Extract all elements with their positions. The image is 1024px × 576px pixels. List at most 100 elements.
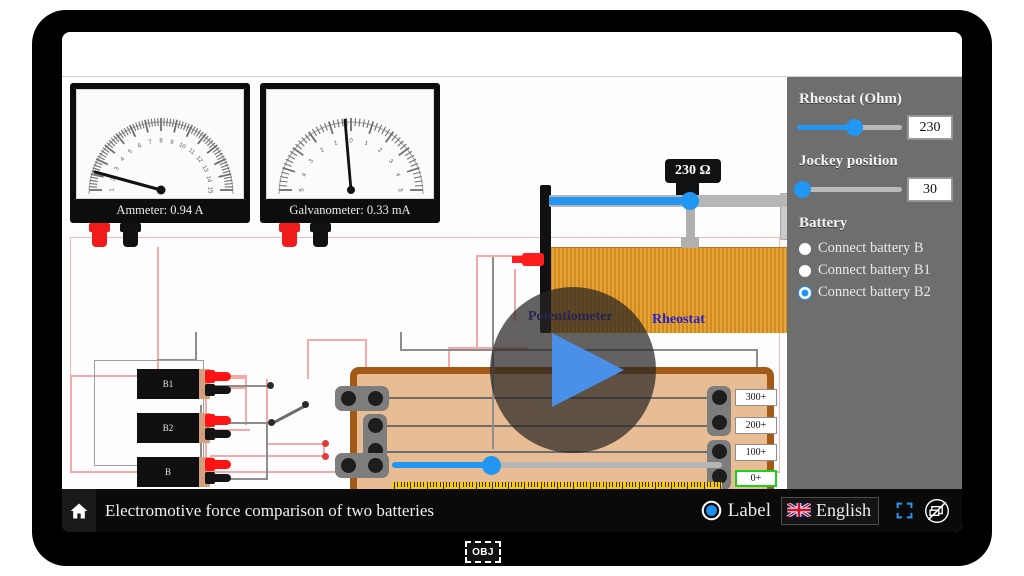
- radio-connect-battery-b2[interactable]: Connect battery B2: [799, 284, 952, 301]
- rheostat-slider-bar[interactable]: [549, 195, 787, 207]
- svg-text:3: 3: [387, 158, 394, 165]
- svg-text:0: 0: [349, 139, 353, 145]
- ruler-tick: [700, 482, 702, 487]
- resistance-button-300[interactable]: 300+: [735, 389, 777, 406]
- rheostat-value-badge: 230 Ω: [665, 159, 721, 183]
- clamp-hole[interactable]: [368, 418, 383, 433]
- ruler-tick: [716, 482, 718, 487]
- ruler-tick: [570, 482, 571, 487]
- ruler-tick: [514, 482, 516, 487]
- rheostat-slider-knob[interactable]: [681, 192, 699, 210]
- svg-text:3: 3: [308, 158, 315, 165]
- resistance-button-0[interactable]: 0+: [735, 470, 777, 487]
- terminal-clamp-top-left[interactable]: [335, 386, 389, 411]
- clamp-hole[interactable]: [341, 391, 356, 406]
- rheostat-slider[interactable]: [797, 119, 902, 136]
- ruler-tick: [612, 482, 614, 487]
- battery-positive-terminal[interactable]: [205, 370, 231, 383]
- svg-text:3: 3: [114, 166, 121, 172]
- rheostat-slider-knob[interactable]: [846, 119, 864, 136]
- battery-negative-terminal[interactable]: [205, 384, 231, 396]
- simulation-app: 1 2 3 4 5 6 7 8 9 10 11 12 13 14 15 Ammeter: 0.94 A: [62, 76, 962, 490]
- play-button-overlay[interactable]: [490, 287, 656, 453]
- ruler-tick: [397, 482, 399, 487]
- battery-cell-b2[interactable]: B2: [137, 413, 231, 443]
- ruler-tick: [632, 482, 633, 487]
- battery-negative-terminal[interactable]: [205, 428, 231, 440]
- switch-contact-dot[interactable]: [302, 401, 309, 408]
- svg-text:1: 1: [364, 140, 370, 147]
- ruler-tick: [429, 482, 431, 487]
- battery-negative-terminal[interactable]: [205, 472, 231, 484]
- battery-cell-b[interactable]: B: [137, 457, 231, 487]
- terminal-clamp-bottom-left[interactable]: [335, 453, 389, 478]
- ruler-tick: [501, 482, 503, 487]
- label-toggle-text: Label: [727, 499, 771, 521]
- switch-contact-dot[interactable]: [268, 419, 275, 426]
- terminal-clamp-top-right[interactable]: [707, 386, 731, 436]
- battery-positive-terminal[interactable]: [205, 458, 231, 471]
- svg-text:2: 2: [376, 147, 383, 154]
- ammeter-positive-terminal[interactable]: [89, 223, 110, 247]
- ammeter-negative-terminal[interactable]: [120, 223, 141, 247]
- clamp-hole[interactable]: [712, 415, 727, 430]
- jockey-value-input[interactable]: 30: [908, 178, 952, 201]
- rheostat-terminal-left[interactable]: [522, 253, 544, 266]
- ruler-tick: [407, 482, 408, 487]
- clamp-hole[interactable]: [368, 391, 383, 406]
- ruler-tick: [615, 482, 617, 487]
- jockey-slider[interactable]: [793, 181, 902, 198]
- clamp-hole[interactable]: [368, 458, 383, 473]
- ruler-tick: [553, 482, 555, 487]
- ruler-tick: [423, 482, 425, 487]
- battery-cell-b1-label: B1: [137, 369, 199, 399]
- resistance-button-100[interactable]: 100+: [735, 444, 777, 461]
- radio-icon[interactable]: [799, 242, 811, 255]
- language-text: English: [815, 499, 871, 520]
- radio-connect-battery-b[interactable]: Connect battery B: [799, 240, 952, 257]
- home-icon: [70, 503, 88, 518]
- junction-dot: [322, 440, 329, 447]
- resistance-button-200[interactable]: 200+: [735, 417, 777, 434]
- fullscreen-icon[interactable]: [895, 501, 914, 520]
- ruler-tick: [530, 482, 532, 487]
- svg-text:10: 10: [178, 142, 187, 151]
- switch-contact-dot[interactable]: [267, 382, 274, 389]
- ruler-tick: [469, 482, 470, 487]
- jockey-slider-knob[interactable]: [793, 181, 811, 198]
- cast-disabled-icon[interactable]: [924, 498, 950, 524]
- radio-connect-battery-b1[interactable]: Connect battery B1: [799, 262, 952, 279]
- rheostat-value-input[interactable]: 230: [908, 116, 952, 139]
- jockey-control-heading: Jockey position: [799, 153, 898, 169]
- obj-selection-tab[interactable]: OBJ: [465, 541, 501, 563]
- label-toggle[interactable]: Label: [701, 500, 771, 522]
- wire-red: [245, 375, 247, 425]
- clamp-hole[interactable]: [712, 390, 727, 405]
- galvanometer-negative-terminal[interactable]: [310, 223, 331, 247]
- battery-cell-b1[interactable]: B1: [137, 369, 231, 399]
- radio-icon-selected[interactable]: [799, 286, 811, 299]
- svg-text:12: 12: [194, 155, 203, 164]
- play-icon: [552, 333, 624, 407]
- svg-text:5: 5: [128, 148, 135, 155]
- galvanometer-positive-terminal[interactable]: [279, 223, 300, 247]
- clamp-hole[interactable]: [341, 458, 356, 473]
- ruler-tick: [693, 482, 695, 487]
- ruler-tick: [416, 482, 418, 487]
- jockey-knob[interactable]: [482, 456, 501, 475]
- ruler-tick: [420, 482, 422, 487]
- language-selector[interactable]: English: [780, 496, 879, 525]
- ruler-tick: [576, 482, 578, 487]
- clamp-hole[interactable]: [712, 444, 727, 459]
- tablet-screen: 1 2 3 4 5 6 7 8 9 10 11 12 13 14 15 Ammeter: 0.94 A: [62, 32, 962, 532]
- radio-icon[interactable]: [799, 264, 811, 277]
- jockey-track[interactable]: [392, 462, 722, 468]
- svg-text:1: 1: [333, 140, 339, 147]
- ruler-tick: [707, 482, 708, 487]
- home-button[interactable]: [62, 489, 96, 532]
- ruler-tick: [664, 482, 666, 487]
- ruler-tick: [498, 482, 500, 487]
- ruler-tick: [482, 482, 483, 487]
- ruler-tick: [488, 482, 490, 487]
- battery-positive-terminal[interactable]: [205, 414, 231, 427]
